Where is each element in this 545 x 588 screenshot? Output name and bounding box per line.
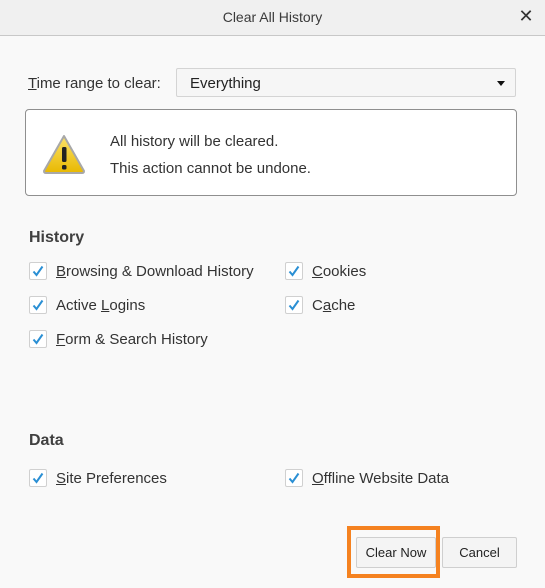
time-range-label: Time range to clear: [28,75,161,92]
checkbox-label: Offline Website Data [312,469,450,487]
checkbox-box[interactable] [29,469,47,487]
checkmark-icon [288,472,300,484]
checkmark-icon [32,472,44,484]
checkmark-icon [288,299,300,311]
warning-box: All history will be cleared. This action… [25,109,517,196]
close-icon[interactable]: ✕ [515,5,537,27]
checkbox-label: Cookies [312,262,367,280]
checkbox-site-preferences[interactable]: Site Preferences [29,469,167,487]
checkbox-browsing-download-history[interactable]: Browsing & Download History [29,262,254,280]
checkbox-label: Site Preferences [56,469,167,487]
warning-triangle-icon [43,135,85,174]
checkmark-icon [32,299,44,311]
checkbox-offline-website-data[interactable]: Offline Website Data [285,469,449,487]
time-range-select[interactable]: Everything [176,68,516,97]
checkbox-active-logins[interactable]: Active Logins [29,296,145,314]
time-range-value: Everything [190,75,261,92]
checkbox-box[interactable] [29,262,47,280]
checkbox-form-search-history[interactable]: Form & Search History [29,330,208,348]
checkbox-box[interactable] [29,296,47,314]
warning-line-1: All history will be cleared. [110,133,279,150]
history-section-title: History [29,229,85,246]
clear-now-button[interactable]: Clear Now [356,537,436,568]
title-bar: Clear All History ✕ [0,0,545,36]
dropdown-arrow-icon [497,81,505,86]
checkbox-box[interactable] [29,330,47,348]
data-section-title: Data [29,432,64,449]
checkmark-icon [288,265,300,277]
warning-line-2: This action cannot be undone. [110,160,311,177]
checkbox-label: Active Logins [56,296,146,314]
checkbox-cookies[interactable]: Cookies [285,262,366,280]
checkmark-icon [32,265,44,277]
checkbox-label: Browsing & Download History [56,262,254,280]
checkbox-cache[interactable]: Cache [285,296,355,314]
checkbox-label: Form & Search History [56,330,208,348]
checkbox-box[interactable] [285,262,303,280]
dialog-title: Clear All History [222,9,323,25]
checkbox-box[interactable] [285,469,303,487]
cancel-button[interactable]: Cancel [442,537,517,568]
time-range-label-accesskey: T [28,75,37,92]
checkmark-icon [32,333,44,345]
checkbox-label: Cache [312,296,356,314]
time-range-label-text: ime range to clear: [36,75,161,92]
checkbox-box[interactable] [285,296,303,314]
